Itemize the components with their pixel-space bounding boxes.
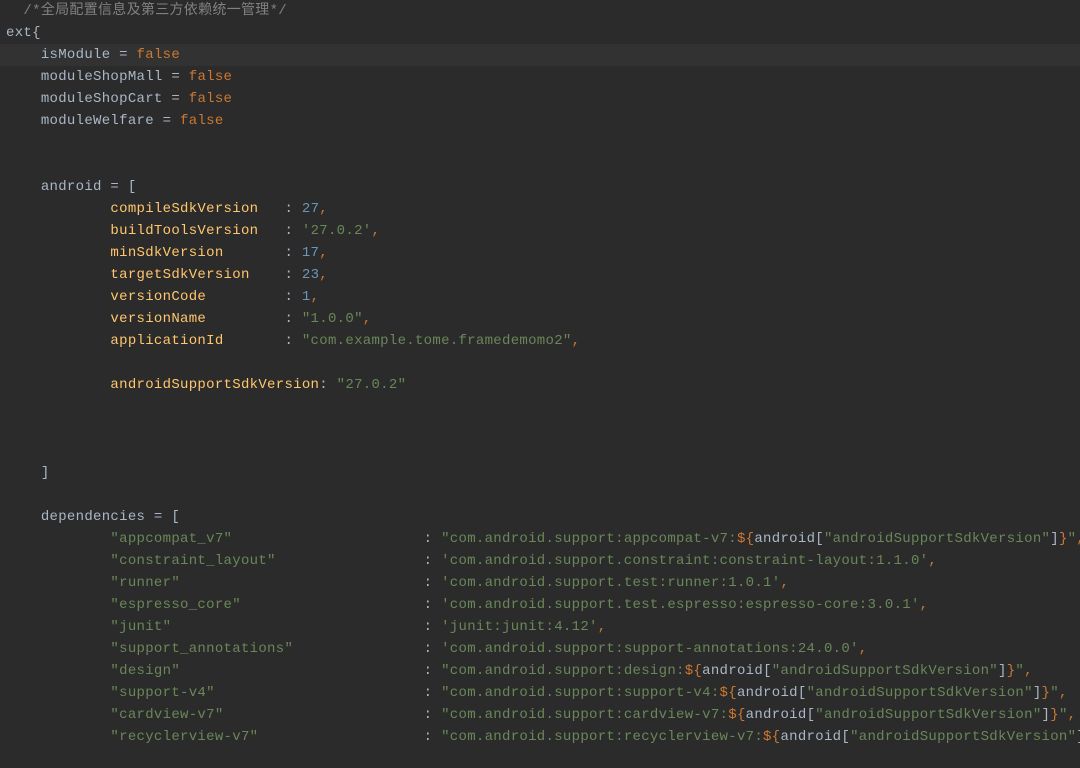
code-line: ext{ <box>0 22 1080 44</box>
code-line: "appcompat_v7" : "com.android.support:ap… <box>0 528 1080 550</box>
code-line: /*全局配置信息及第三方依赖统一管理*/ <box>0 0 1080 22</box>
code-line: applicationId : "com.example.tome.framed… <box>0 330 1080 352</box>
code-line: "support-v4" : "com.android.support:supp… <box>0 682 1080 704</box>
code-line: "design" : "com.android.support:design:$… <box>0 660 1080 682</box>
code-line: compileSdkVersion : 27, <box>0 198 1080 220</box>
code-line <box>0 352 1080 374</box>
comment-text: /*全局配置信息及第三方依赖统一管理*/ <box>23 3 287 19</box>
code-line: moduleShopMall = false <box>0 66 1080 88</box>
code-line <box>0 484 1080 506</box>
code-line: isModule = false <box>0 44 1080 66</box>
code-line: moduleShopCart = false <box>0 88 1080 110</box>
code-line: "support_annotations" : 'com.android.sup… <box>0 638 1080 660</box>
code-line: "recyclerview-v7" : "com.android.support… <box>0 726 1080 748</box>
code-line: dependencies = [ <box>0 506 1080 528</box>
code-line: minSdkVersion : 17, <box>0 242 1080 264</box>
code-line: "cardview-v7" : "com.android.support:car… <box>0 704 1080 726</box>
code-line: targetSdkVersion : 23, <box>0 264 1080 286</box>
code-line <box>0 132 1080 154</box>
code-editor[interactable]: /*全局配置信息及第三方依赖统一管理*/ ext{ isModule = fal… <box>0 0 1080 768</box>
code-line: versionName : "1.0.0", <box>0 308 1080 330</box>
code-line: versionCode : 1, <box>0 286 1080 308</box>
code-line <box>0 418 1080 440</box>
code-line: buildToolsVersion : '27.0.2', <box>0 220 1080 242</box>
code-line: "junit" : 'junit:junit:4.12', <box>0 616 1080 638</box>
code-line: "runner" : 'com.android.support.test:run… <box>0 572 1080 594</box>
code-line <box>0 440 1080 462</box>
code-line: android = [ <box>0 176 1080 198</box>
code-line <box>0 396 1080 418</box>
code-line: "espresso_core" : 'com.android.support.t… <box>0 594 1080 616</box>
code-line: androidSupportSdkVersion: "27.0.2" <box>0 374 1080 396</box>
code-line: ] <box>0 462 1080 484</box>
code-line <box>0 154 1080 176</box>
code-line: moduleWelfare = false <box>0 110 1080 132</box>
code-line: "constraint_layout" : 'com.android.suppo… <box>0 550 1080 572</box>
